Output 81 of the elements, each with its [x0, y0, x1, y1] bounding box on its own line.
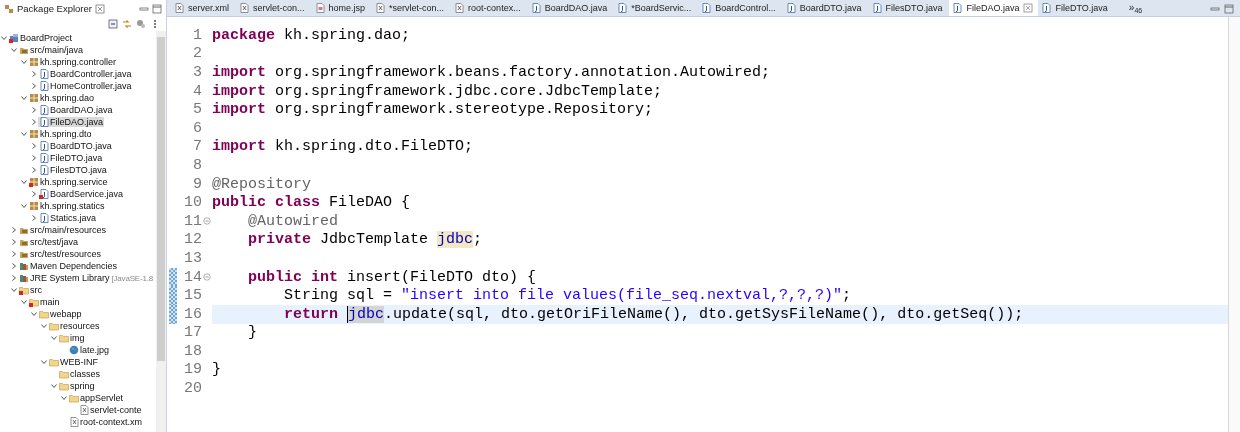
tree-item[interactable]: src	[18, 285, 43, 295]
tree-item[interactable]: HomeController.java	[38, 81, 133, 91]
tree-item[interactable]: appServlet	[68, 393, 125, 403]
tree-item[interactable]: kh.spring.controller	[28, 57, 118, 67]
tree-item-note: [JavaSE-1.8	[111, 273, 153, 283]
editor-tab[interactable]: BoardDTO.java	[782, 0, 869, 16]
tree-item[interactable]: WEB-INF	[48, 357, 99, 367]
line-number: 13	[183, 249, 202, 267]
code-line: }	[247, 324, 257, 342]
editor-tab[interactable]: *servlet-con...	[372, 0, 452, 16]
editor-tab[interactable]: BoardDAO.java	[527, 0, 615, 16]
code-line: public class FileDAO {	[212, 194, 411, 212]
editor-tab[interactable]: server.xml	[171, 0, 236, 16]
line-number: 11	[183, 212, 202, 230]
view-title[interactable]: Package Explorer	[17, 3, 92, 14]
line-number: 14	[183, 268, 202, 286]
tree-item[interactable]: JRE System Library	[18, 273, 111, 283]
tree-item[interactable]: BoardService.java	[38, 189, 125, 199]
code-line: @Autowired	[247, 212, 339, 230]
line-number: 19	[183, 361, 202, 379]
line-number: 5	[192, 101, 202, 119]
line-number: 18	[183, 342, 202, 360]
tree-item[interactable]: servlet-conte	[78, 405, 143, 415]
editor-tab[interactable]: FileDTO.java	[1038, 0, 1115, 16]
line-number: 16	[183, 305, 202, 323]
line-number: 9	[192, 175, 202, 193]
tree-item[interactable]: main	[28, 297, 61, 307]
tree-item[interactable]: kh.spring.service	[28, 177, 109, 187]
tree-item[interactable]: webapp	[38, 309, 83, 319]
editor-tab[interactable]: servlet-con...	[236, 0, 312, 16]
tree-item[interactable]: FilesDTO.java	[38, 165, 108, 175]
code-line: import org.springframework.jdbc.core.JdbcTemplate;	[212, 82, 663, 100]
code-line: @Repository	[212, 175, 312, 193]
line-number: 10	[183, 194, 202, 212]
code-line: }	[212, 361, 221, 379]
tree-item[interactable]: Statics.java	[38, 213, 98, 223]
code-line: import org.springframework.stereotype.Repository;	[212, 101, 654, 119]
line-number: 17	[183, 324, 202, 342]
tree-item[interactable]: late.jpg	[68, 345, 111, 355]
tree-item[interactable]: src/test/resources	[18, 249, 103, 259]
line-number: 6	[192, 119, 202, 137]
tree-item[interactable]: src/test/java	[18, 237, 79, 247]
tree-item[interactable]: src/main/resources	[18, 225, 108, 235]
tree-item[interactable]: BoardDTO.java	[38, 141, 113, 151]
tree-item[interactable]: classes	[58, 369, 101, 379]
code-line: public int insert(FileDTO dto) {	[247, 268, 537, 286]
tree-item[interactable]: img	[58, 333, 86, 343]
line-number: 20	[183, 380, 202, 398]
tree-item[interactable]: FileDTO.java	[38, 153, 104, 163]
code-line: String sql = "insert into file values(file_seq.nextval,?,?,?)";	[283, 287, 852, 305]
code-line: private JdbcTemplate jdbc;	[247, 231, 483, 249]
code-line: return jdbc.update(sql, dto.getOriFileName(), dto.getSysFileName(), dto.getSeq());	[283, 305, 1024, 323]
tree-item[interactable]: kh.spring.statics	[28, 201, 106, 211]
line-number: 12	[183, 231, 202, 249]
line-number: 3	[192, 64, 202, 81]
tree-item[interactable]: spring	[58, 381, 96, 391]
editor-tab[interactable]: FileDAO.java	[949, 0, 1039, 16]
editor-tab[interactable]: *BoardServic...	[614, 0, 699, 16]
tree-item[interactable]: root-context.xm	[68, 417, 144, 427]
line-number: 4	[192, 82, 202, 100]
line-number: 2	[192, 45, 202, 63]
editor-tab[interactable]: FilesDTO.java	[868, 0, 950, 16]
tree-item[interactable]: resources	[48, 321, 101, 331]
tree-item[interactable]: src/main/java	[18, 45, 84, 55]
editor-tab[interactable]: root-contex...	[451, 0, 528, 16]
line-number: 8	[192, 156, 202, 174]
editor-tab[interactable]: home.jsp	[311, 0, 373, 16]
tree-item[interactable]: BoardDAO.java	[38, 105, 114, 115]
tree-item[interactable]: FileDAO.java	[38, 117, 104, 127]
tree-item[interactable]: BoardProject	[8, 33, 74, 43]
line-number: 1	[192, 26, 202, 44]
tree-item[interactable]: kh.spring.dto	[28, 129, 93, 139]
line-number: 7	[192, 138, 202, 156]
tree-item[interactable]: BoardController.java	[38, 69, 133, 79]
editor-tab[interactable]: BoardControl...	[698, 0, 783, 16]
code-line: import org.springframework.beans.factory.annotation.Autowired;	[212, 64, 771, 81]
tree-item[interactable]: Maven Dependencies	[18, 261, 119, 271]
line-number: 15	[183, 287, 202, 305]
code-line: import kh.spring.dto.FileDTO;	[212, 138, 474, 156]
tree-item[interactable]: kh.spring.dao	[28, 93, 96, 103]
code-line: package kh.spring.dao;	[212, 26, 411, 44]
